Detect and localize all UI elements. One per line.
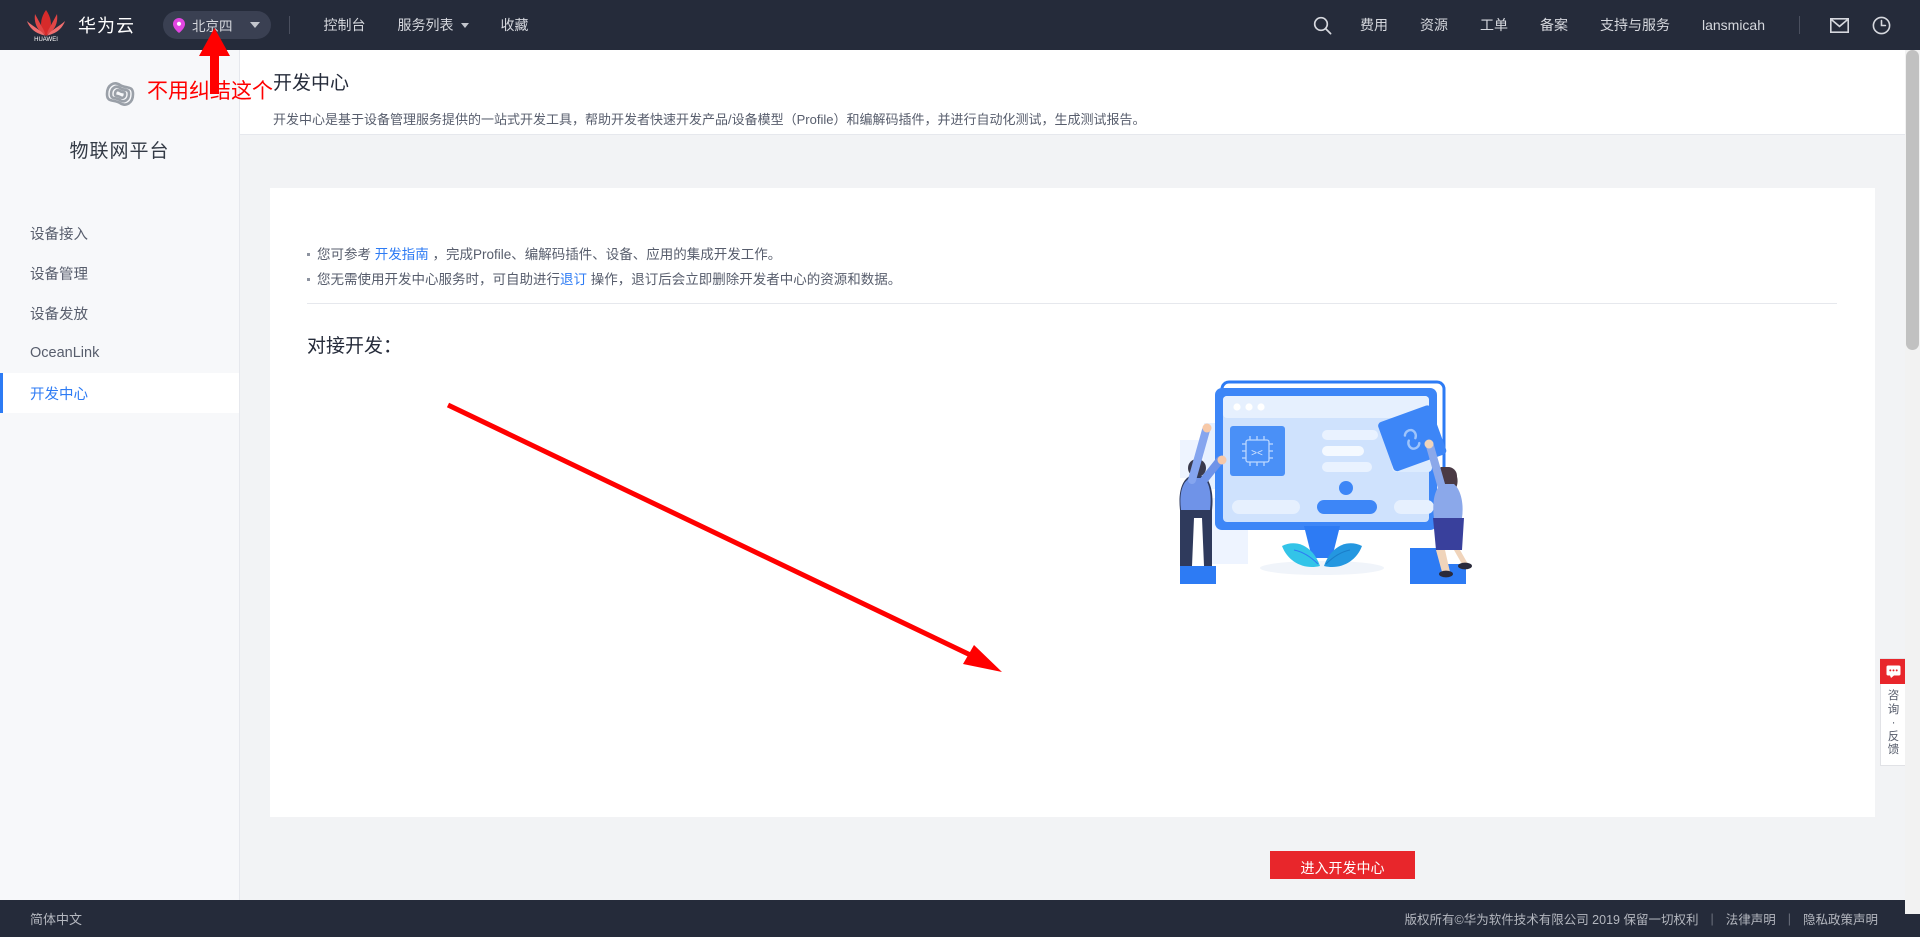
nav-tickets[interactable]: 工单 [1464, 0, 1524, 50]
nav-billing-label: 费用 [1359, 17, 1388, 33]
nav-support-label: 支持与服务 [1599, 17, 1670, 33]
section-title: 对接开发： [307, 336, 403, 357]
region-label: 北京四 [192, 19, 233, 34]
sidebar-item-label: 设备管理 [30, 266, 88, 283]
sidebar-item-oceanlink[interactable]: OceanLink [0, 333, 239, 373]
content-card: 您可参考 开发指南 ，完成Profile、编解码插件、设备、应用的集成开发工作。… [270, 188, 1875, 879]
app-root: HUAWEI 华为云 北京四 控制台 服务列表 收藏 费用 资源 工单 备案 支… [0, 0, 1920, 937]
brand-name: 华为云 [78, 16, 135, 36]
sidebar-menu: 设备接入 设备管理 设备发放 OceanLink 开发中心 [0, 213, 239, 413]
huawei-flower-logo: HUAWEI [27, 10, 65, 42]
info-bullet-list: 您可参考 开发指南 ，完成Profile、编解码插件、设备、应用的集成开发工作。… [307, 244, 901, 294]
list-item: 您无需使用开发中心服务时，可自助进行退订 操作，退订后会立即删除开发者中心的资源… [307, 269, 901, 291]
legal-notice-link[interactable]: 法律声明 [1726, 909, 1776, 928]
nav-tickets-label: 工单 [1479, 17, 1508, 33]
nav-favorites[interactable]: 收藏 [485, 0, 545, 50]
location-pin-icon [173, 17, 185, 33]
nav-icp-filing[interactable]: 备案 [1524, 0, 1584, 50]
nav-account-user[interactable]: lansmicah [1686, 0, 1781, 50]
bullet-dot-icon [307, 278, 310, 281]
nav-icp-filing-label: 备案 [1539, 17, 1568, 33]
main-content: 您可参考 开发指南 ，完成Profile、编解码插件、设备、应用的集成开发工作。… [240, 135, 1920, 879]
footer-separator: | [1787, 911, 1791, 926]
nav-support[interactable]: 支持与服务 [1584, 0, 1686, 50]
search-icon[interactable] [1302, 0, 1344, 50]
top-header-bar: HUAWEI 华为云 北京四 控制台 服务列表 收藏 费用 资源 工单 备案 支… [0, 0, 1920, 50]
page-description: 开发中心是基于设备管理服务提供的一站式开发工具，帮助开发者快速开发产品/设备模型… [273, 112, 1146, 127]
iot-infinity-logo [105, 82, 134, 106]
privacy-policy-link[interactable]: 隐私政策声明 [1803, 909, 1878, 928]
feedback-widget[interactable]: 咨询·反馈 [1880, 658, 1907, 766]
bullet-text-pre: 您可参考 [317, 247, 375, 262]
nav-console[interactable]: 控制台 [308, 0, 382, 50]
chevron-down-icon [249, 22, 260, 28]
enter-dev-center-button[interactable]: 进入开发中心 [1270, 851, 1415, 879]
sidebar-item-device-management[interactable]: 设备管理 [0, 253, 239, 293]
svg-text:HUAWEI: HUAWEI [34, 37, 58, 42]
page-header: 开发中心 开发中心是基于设备管理服务提供的一站式开发工具，帮助开发者快速开发产品… [240, 50, 1920, 135]
nav-resources-label: 资源 [1419, 17, 1448, 33]
account-username: lansmicah [1701, 17, 1765, 33]
nav-service-list[interactable]: 服务列表 [382, 0, 485, 50]
product-name: 物联网平台 [69, 141, 170, 162]
header-divider [288, 16, 290, 34]
sidebar-item-label: 设备接入 [30, 226, 88, 243]
sidebar: 物联网平台 设备接入 设备管理 设备发放 OceanLink 开发中心 [0, 50, 240, 914]
bullet-text-post: 操作，退订后会立即删除开发者中心的资源和数据。 [587, 272, 902, 287]
sidebar-item-label: 开发中心 [30, 386, 88, 403]
unsubscribe-link[interactable]: 退订 [560, 272, 587, 287]
page-title: 开发中心 [273, 73, 350, 94]
card-divider [307, 303, 1837, 304]
huawei-cloud-logo[interactable]: HUAWEI 华为云 [24, 8, 135, 42]
bullet-dot-icon [307, 253, 310, 256]
feedback-label: 咨询·反馈 [1887, 690, 1900, 756]
footer-right-group: 版权所有©华为软件技术有限公司 2019 保留一切权利 | 法律声明 | 隐私政… [1405, 909, 1879, 928]
sidebar-item-label: 设备发放 [30, 306, 88, 323]
dev-guide-link[interactable]: 开发指南 [375, 247, 429, 262]
scrollbar-thumb[interactable] [1906, 50, 1919, 350]
developer-monitor-illustration: >< [1162, 368, 1472, 603]
bullet-text-post: ，完成Profile、编解码插件、设备、应用的集成开发工作。 [428, 247, 782, 262]
sidebar-item-device-provisioning[interactable]: 设备发放 [0, 293, 239, 333]
sidebar-brand: 物联网平台 [0, 50, 239, 163]
copyright-text: 版权所有©华为软件技术有限公司 2019 保留一切权利 [1404, 913, 1699, 927]
list-item: 您可参考 开发指南 ，完成Profile、编解码插件、设备、应用的集成开发工作。 [307, 244, 901, 266]
clock-icon[interactable] [1860, 0, 1902, 50]
chat-bubble-icon [1880, 659, 1907, 684]
sidebar-item-device-access[interactable]: 设备接入 [0, 213, 239, 253]
language-selector[interactable]: 简体中文 [30, 909, 82, 928]
mail-envelope-icon[interactable] [1818, 0, 1860, 50]
region-selector[interactable]: 北京四 [163, 11, 271, 39]
footer-bar: 简体中文 版权所有©华为软件技术有限公司 2019 保留一切权利 | 法律声明 … [0, 900, 1920, 937]
sidebar-item-dev-center[interactable]: 开发中心 [0, 373, 239, 413]
bullet-text-pre: 您无需使用开发中心服务时，可自助进行 [317, 272, 560, 287]
sidebar-item-label: OceanLink [30, 345, 100, 361]
header-right-group: 费用 资源 工单 备案 支持与服务 lansmicah [1302, 0, 1920, 50]
header-divider-right [1799, 16, 1800, 34]
nav-console-label: 控制台 [323, 17, 366, 33]
nav-resources[interactable]: 资源 [1404, 0, 1464, 50]
nav-billing[interactable]: 费用 [1344, 0, 1404, 50]
nav-service-list-label: 服务列表 [397, 17, 454, 33]
svg-text:><: >< [1251, 448, 1263, 459]
page-scrollbar[interactable] [1905, 50, 1920, 914]
nav-favorites-label: 收藏 [500, 17, 529, 33]
chevron-down-icon [460, 22, 469, 28]
footer-separator: | [1710, 911, 1714, 926]
